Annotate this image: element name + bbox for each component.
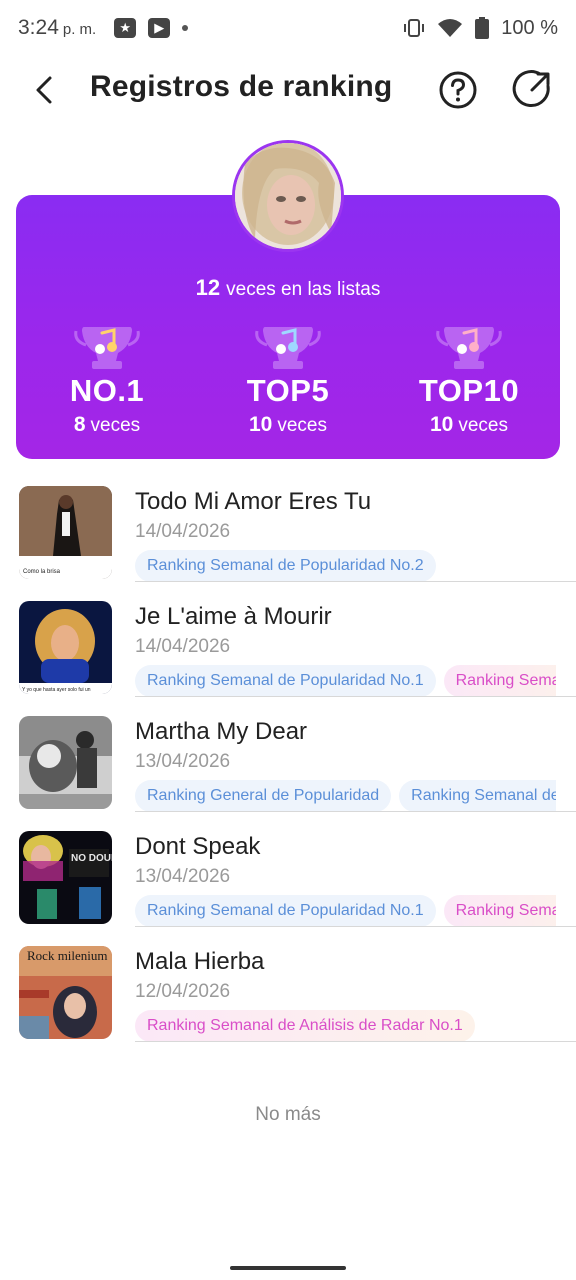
stat-title: NO.1 [69,373,145,408]
song-title: Todo Mi Amor Eres Tu [135,488,372,515]
album-cover: Y yo que hasta ayer solo fui un [19,601,112,694]
trophy-music-icon [255,327,321,369]
user-avatar[interactable] [232,140,344,252]
divider [135,581,576,582]
stat-count: 8 veces [73,413,141,436]
song-date: 13/04/2026 [135,866,231,887]
list-item[interactable]: Martha My Dear 13/04/2026 Ranking Genera… [0,710,576,825]
ranking-tag[interactable]: Ranking Seman [443,895,556,927]
list-item[interactable]: Rock milenium Mala Hierba 12/04/2026 Ran… [0,940,576,1055]
album-cover: Rock milenium [19,946,112,1039]
youtube-icon: ▶ [148,18,171,38]
battery-percent: 100 % [501,16,558,39]
help-circle-icon [439,71,477,109]
stat-top10: TOP10 10 veces [379,325,559,437]
end-of-list-text: No más [255,1104,321,1125]
battery-icon [475,17,490,39]
song-date: 12/04/2026 [135,981,231,1002]
home-indicator[interactable] [230,1266,346,1270]
stat-title: TOP5 [246,373,330,408]
list-item[interactable]: Y yo que hasta ayer solo fui un Je L'aim… [0,595,576,710]
total-chart-count: 12 veces en las listas [195,275,381,300]
divider [135,696,576,697]
song-title: Mala Hierba [135,948,265,975]
ranking-tag[interactable]: Ranking Semanal de Popularidad No.1 [135,665,436,697]
avatar-photo [235,143,341,249]
page-title: Registros de ranking [90,70,393,103]
svg-text:Y yo que hasta ayer solo fui u: Y yo que hasta ayer solo fui un [22,687,91,693]
vibrate-icon [404,19,425,37]
trophy-music-icon [436,327,502,369]
ranking-tag[interactable]: Ranking General de Popularidad [135,780,392,812]
ranking-tags: Ranking Semanal de Popularidad No.2 [135,550,556,582]
share-button[interactable] [510,68,554,112]
song-title: Je L'aime à Mourir [135,603,332,630]
back-arrow-icon [36,76,52,104]
list-item[interactable]: Como la brisa Todo Mi Amor Eres Tu 14/04… [0,480,576,595]
song-title: Martha My Dear [135,718,308,745]
divider [135,811,576,812]
ranking-tags: Ranking Semanal de Popularidad No.1 Ranki… [135,665,556,697]
album-cover [19,716,112,809]
ranking-tags: Ranking Semanal de Popularidad No.1 Ranki… [135,895,556,927]
share-icon [512,70,550,107]
stat-no1: NO.1 8 veces [17,325,197,437]
song-date: 14/04/2026 [135,636,231,657]
trophy-music-icon [74,327,140,369]
stat-title: TOP10 [418,373,520,408]
back-button[interactable] [22,68,66,112]
ranking-tag[interactable]: Ranking Semanal de Análisis de Radar No.… [135,1010,475,1042]
stat-top5: TOP5 10 veces [198,325,378,437]
ranking-tag[interactable]: Ranking Semanal de Popularidad No.2 [135,550,436,582]
ranking-tag[interactable]: Ranking Semanal de [399,780,556,812]
ranking-tag[interactable]: Ranking Seman [443,665,556,697]
svg-text:Rock milenium: Rock milenium [27,948,108,963]
svg-text:NO DOUBT: NO DOUBT [71,853,112,864]
song-date: 13/04/2026 [135,751,231,772]
song-date: 14/04/2026 [135,521,231,542]
star-notification-icon: ★ [114,18,137,38]
stat-count: 10 veces [249,413,327,436]
divider [135,926,576,927]
wifi-icon [438,19,463,37]
ranking-tag[interactable]: Ranking Semanal de Popularidad No.1 [135,895,436,927]
svg-text:Como la brisa: Como la brisa [23,569,61,575]
song-title: Dont Speak [135,833,261,860]
album-cover: Como la brisa [19,486,112,579]
divider [135,1041,576,1042]
header: Registros de ranking [0,56,576,122]
status-time: 3:24 p. m. [18,16,97,39]
status-bar: 3:24 p. m. ★ ▶ 100 % [0,0,576,56]
list-item[interactable]: NO DOUBT Dont Speak 13/04/2026 Ranking S… [0,825,576,940]
more-notifications-icon [182,25,189,31]
ranking-tags: Ranking General de Popularidad Ranking Se… [135,780,556,812]
help-button[interactable] [436,68,480,112]
album-cover: NO DOUBT [19,831,112,924]
ranking-record-list: Como la brisa Todo Mi Amor Eres Tu 14/04… [0,480,576,1055]
ranking-tags: Ranking Semanal de Análisis de Radar No.… [135,1010,556,1042]
stat-count: 10 veces [430,413,508,436]
